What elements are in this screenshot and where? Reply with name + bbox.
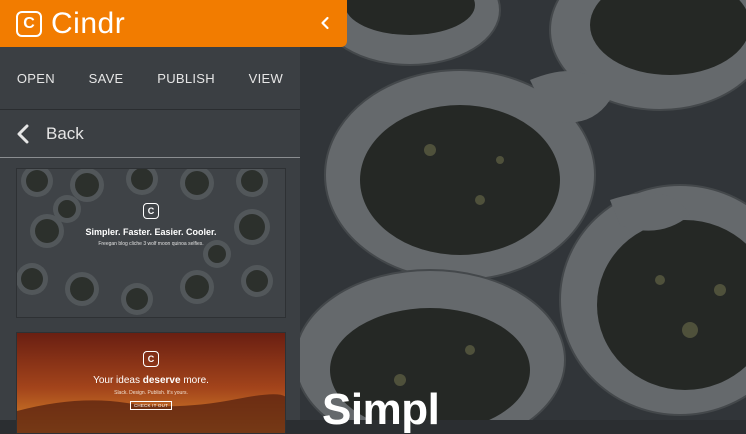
brand-header: C Cindr — [0, 0, 347, 47]
back-label: Back — [46, 123, 84, 143]
preview-canvas — [300, 0, 746, 420]
collapse-sidebar-button[interactable] — [317, 13, 333, 33]
editor-sidebar: OPEN SAVE PUBLISH VIEW Back C Simpler. F… — [0, 0, 300, 434]
template-heading: Your ideas deserve more. — [93, 375, 209, 386]
template-subtext: Freegan blog cliche 3 wolf moon quinoa s… — [98, 241, 204, 247]
template-card[interactable]: C Your ideas deserve more. Slack. Design… — [16, 332, 286, 434]
chevron-left-icon — [321, 16, 329, 30]
chevron-left-icon — [17, 124, 29, 143]
menu-view[interactable]: VIEW — [245, 65, 287, 92]
template-logo: C — [143, 203, 159, 219]
canvas-hero-title: Simpl — [322, 385, 440, 434]
template-logo: C — [143, 351, 159, 367]
file-menu: OPEN SAVE PUBLISH VIEW — [0, 47, 300, 110]
template-cta-button: CHECK IT OUT — [129, 401, 173, 410]
back-button[interactable]: Back — [0, 110, 300, 158]
template-heading: Simpler. Faster. Easier. Cooler. — [85, 227, 217, 237]
cindr-logo-icon: C — [16, 10, 42, 37]
template-content: C Simpler. Faster. Easier. Cooler. Freeg… — [17, 203, 285, 247]
menu-open[interactable]: OPEN — [13, 65, 59, 92]
template-content: C Your ideas deserve more. Slack. Design… — [17, 351, 285, 410]
menu-publish[interactable]: PUBLISH — [153, 65, 219, 92]
template-card[interactable]: C Simpler. Faster. Easier. Cooler. Freeg… — [16, 168, 286, 318]
template-subtext: Slack. Design. Publish. It's yours. — [114, 390, 188, 396]
menu-save[interactable]: SAVE — [85, 65, 128, 92]
app-name: Cindr — [51, 6, 126, 40]
tea-cups-background-image — [300, 0, 746, 420]
